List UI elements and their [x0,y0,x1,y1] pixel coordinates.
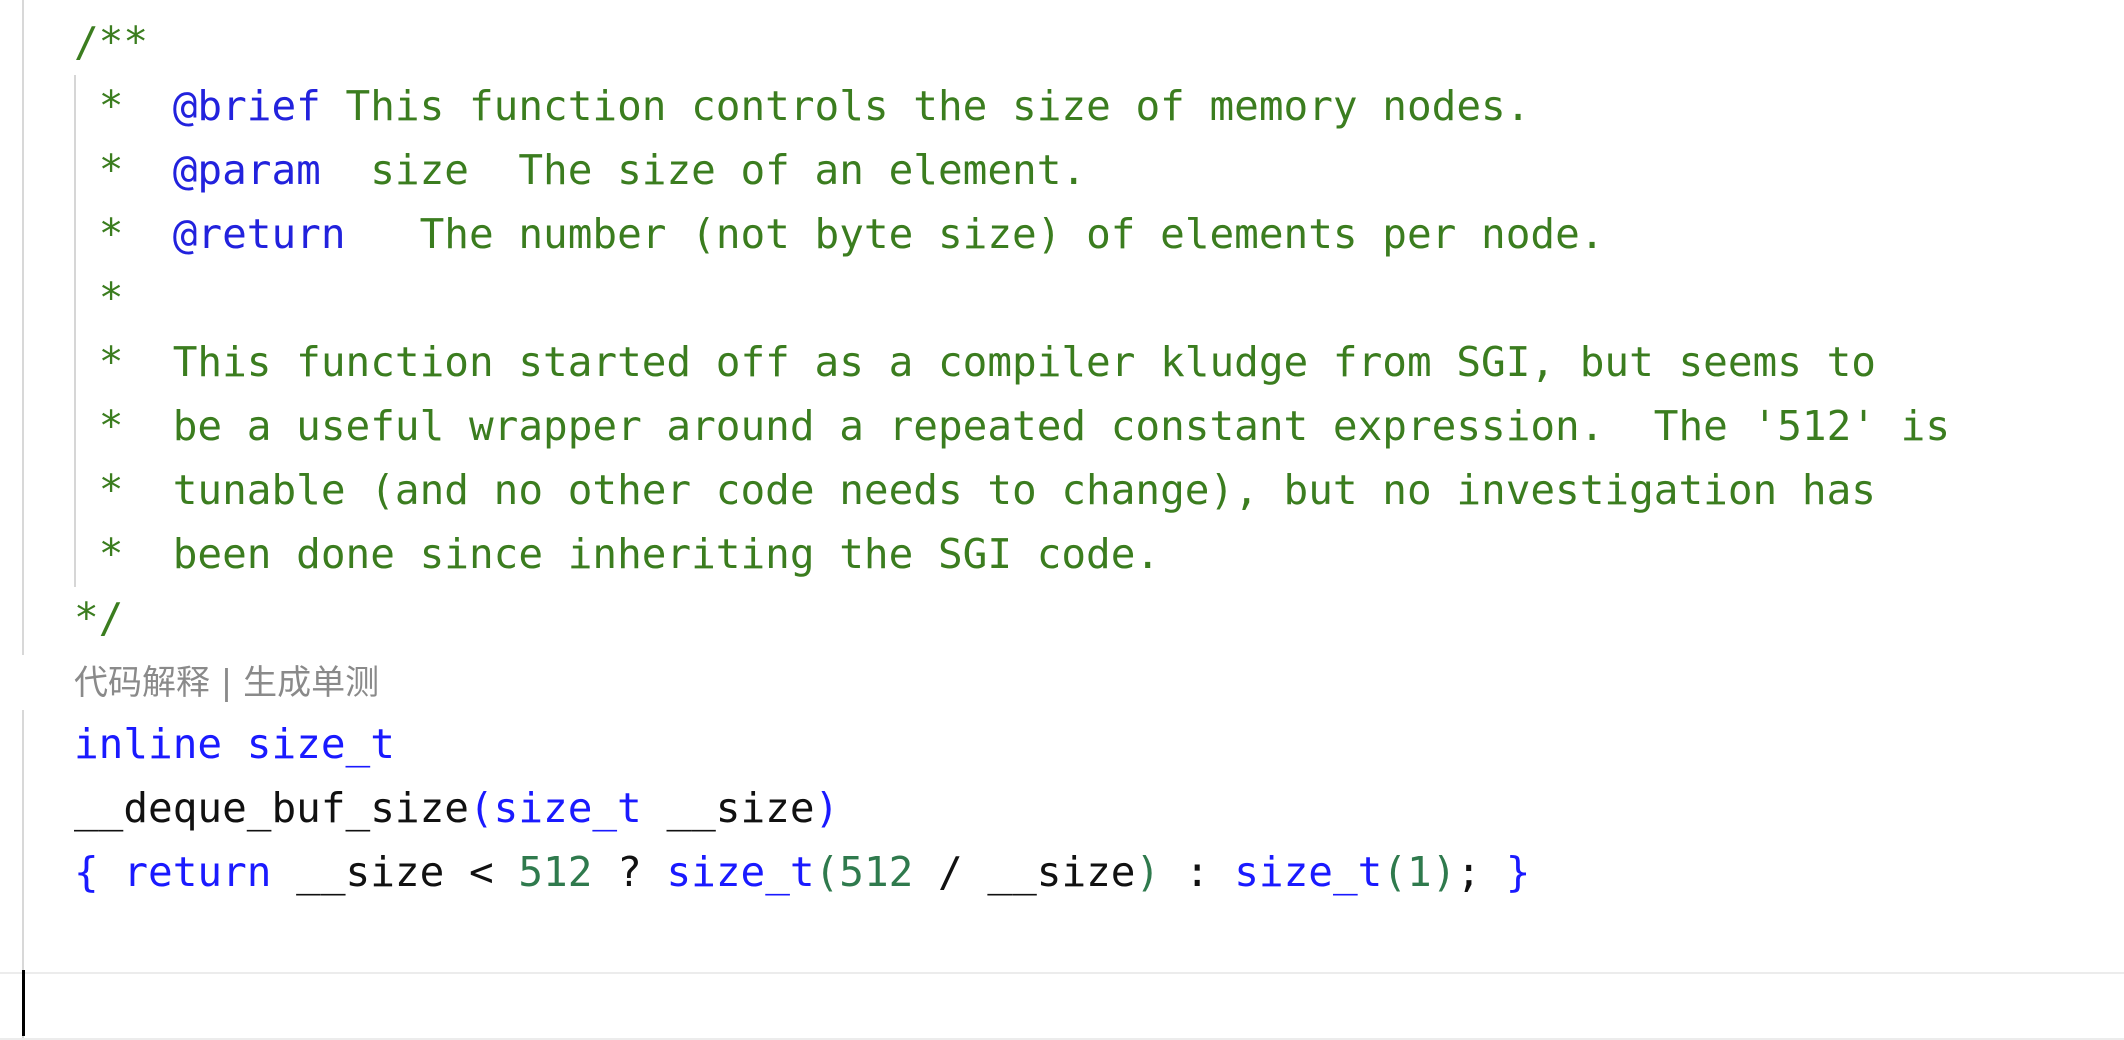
codelens-separator: | [210,663,244,703]
gutter-line-top [22,0,24,655]
doc-comment-line-desc-2: * be a useful wrapper around a repeated … [98,402,1951,450]
doc-comment-line-return: * @return The number (not byte size) of … [98,210,1605,258]
function-name: __deque_buf_size [74,784,469,832]
doc-comment-open: /** [74,18,149,66]
codelens-unit-test-link[interactable]: 生成单测 [243,663,379,703]
current-edit-line[interactable] [0,972,2124,1040]
doc-comment-line-desc-4: * been done since inheriting the SGI cod… [98,530,1161,578]
doc-comment-line-brief: * @brief This function controls the size… [98,82,1531,130]
code-line-function-name: __deque_buf_size(size_t __size) [74,784,840,832]
code-line-signature-return-type: inline size_t [74,720,395,768]
codelens-explain-link[interactable]: 代码解释 [74,663,210,703]
code-editor[interactable]: /** * @brief This function controls the … [0,0,2124,1040]
doc-comment-line-desc-1: * This function started off as a compile… [98,338,1876,386]
code-line-function-body: { return __size < 512 ? size_t(512 / __s… [74,848,1531,896]
doc-comment-line-desc-3: * tunable (and no other code needs to ch… [98,466,1876,514]
doc-comment-close: */ [74,594,124,642]
codelens-bar: 代码解释 | 生成单测 [74,655,379,711]
doc-comment-line-param: * @param size The size of an element. [98,146,1087,194]
doc-comment-line-blank: * [98,274,124,322]
text-cursor [22,970,25,1036]
